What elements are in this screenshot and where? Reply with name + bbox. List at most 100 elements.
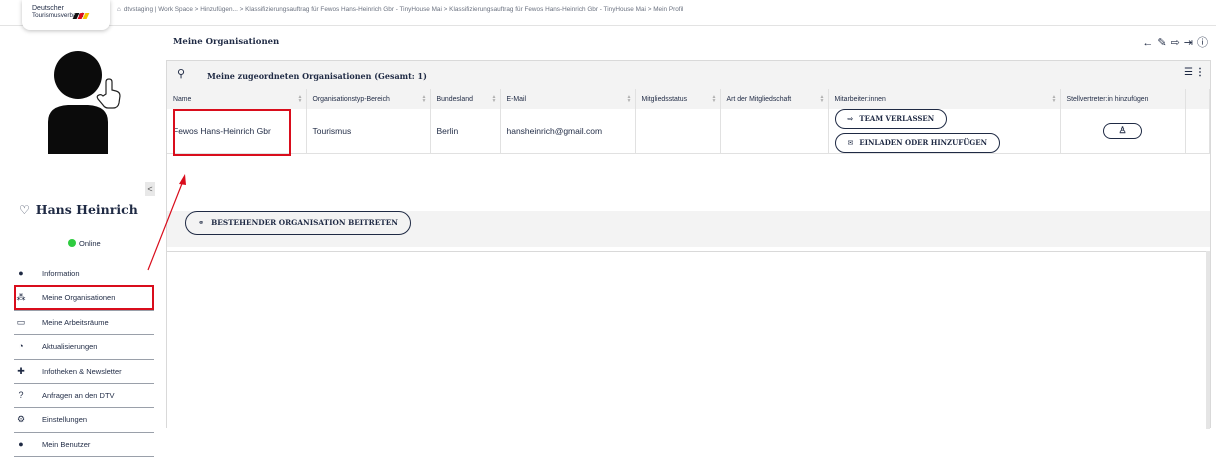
more-menu-icon[interactable]: ⋮	[1195, 67, 1205, 78]
column-header-state[interactable]: Bundesland ▲ ▼	[430, 89, 501, 109]
laptop-icon: ▭	[16, 316, 26, 327]
sort-icon[interactable]: ▲ ▼	[492, 95, 497, 104]
column-header-email[interactable]: E-Mail ▲ ▼	[500, 89, 636, 109]
link-icon: ⚭	[198, 218, 205, 227]
cell-status	[635, 109, 721, 154]
sidebar-item-infotheken[interactable]: ✚ Infotheken & Newsletter	[14, 360, 154, 384]
column-header-status[interactable]: Mitgliedsstatus ▲ ▼	[635, 89, 721, 109]
logo-line-1: Deutscher	[32, 5, 64, 12]
search-icon[interactable]: ⚲	[177, 67, 185, 80]
top-bar: Deutscher Tourismusverband ⌂ dtvstaging |…	[0, 0, 1216, 30]
cell-state: Berlin	[430, 109, 501, 154]
cell-extra	[1185, 109, 1210, 154]
breadcrumb-text[interactable]: dtvstaging | Work Space > Hinzufügen... …	[124, 6, 684, 13]
cell-deputy: ♙	[1060, 109, 1186, 154]
person-icon: ●	[18, 268, 24, 278]
card-title: Meine zugeordneten Organisationen (Gesam…	[207, 71, 427, 81]
sidebar-item-label: Infotheken & Newsletter	[42, 366, 122, 376]
user-settings-icon: ●	[18, 438, 24, 449]
heart-icon[interactable]: ♡	[19, 203, 30, 217]
sort-icon[interactable]: ▲ ▼	[712, 95, 717, 104]
column-label: Bundesland	[436, 95, 473, 103]
sort-icon[interactable]: ▲ ▼	[298, 95, 303, 104]
sort-icon[interactable]: ▲ ▼	[422, 95, 427, 104]
scrollbar[interactable]	[1206, 251, 1210, 429]
profile-name-text: Hans Heinrich	[35, 202, 138, 217]
rss-icon: ◔	[18, 341, 24, 352]
column-label: E-Mail	[506, 95, 527, 103]
question-icon: ?	[18, 389, 24, 400]
sidebar-item-meine-arbeitsraeume[interactable]: ▭ Meine Arbeitsräume	[14, 311, 154, 336]
sort-icon[interactable]: ▲ ▼	[1052, 95, 1057, 104]
sidebar-item-label: Anfragen an den DTV	[42, 390, 115, 400]
sort-icon[interactable]: ▲ ▼	[627, 95, 632, 104]
online-dot-icon	[68, 239, 76, 247]
status-text: Online	[79, 239, 101, 248]
header-actions: ←✎⇨⇥ⓘ	[1142, 34, 1212, 50]
table-row[interactable]: Fewos Hans-Heinrich Gbr Tourismus Berlin…	[167, 109, 1210, 154]
sidebar-item-label: Aktualisierungen	[42, 342, 98, 352]
gears-icon: ⚙	[16, 414, 26, 425]
staff-actions: ⇨ TEAM VERLASSEN ✉ EINLADEN ODER HINZUFÜGE…	[834, 109, 1060, 153]
sidebar-item-label: Meine Arbeitsräume	[42, 317, 109, 327]
cell-membership	[720, 109, 829, 154]
nav-highlight-box	[14, 285, 154, 310]
column-label: Name	[173, 95, 192, 103]
home-icon[interactable]: ⌂	[117, 6, 121, 13]
sidebar-item-anfragen[interactable]: ? Anfragen an den DTV	[14, 384, 154, 409]
online-status: Online	[68, 239, 101, 248]
breadcrumb[interactable]: ⌂ dtvstaging | Work Space > Hinzufügen...…	[117, 6, 683, 13]
main-header: Meine Organisationen ←✎⇨⇥ⓘ	[165, 32, 1216, 52]
empty-content-area	[167, 251, 1210, 429]
share-icon[interactable]: ⇨	[1171, 37, 1184, 49]
list-view-icon[interactable]: ☰	[1184, 67, 1193, 78]
collapse-sidebar-button[interactable]: <	[145, 182, 155, 196]
sidebar-item-aktualisierungen[interactable]: ◔ Aktualisierungen	[14, 335, 154, 360]
cell-email: hansheinrich@gmail.com	[500, 109, 636, 154]
envelope-icon: ✉	[847, 139, 854, 147]
exit-icon[interactable]: ⇥	[1184, 37, 1197, 49]
sidebar-item-label: Mein Benutzer	[42, 439, 91, 449]
join-organisation-label: BESTEHENDER ORGANISATION BEITRETEN	[211, 218, 398, 227]
card-header: ⚲ Meine zugeordneten Organisationen (Ges…	[175, 67, 1205, 83]
add-deputy-button[interactable]: ♙	[1103, 123, 1142, 139]
column-label: Mitgliedsstatus	[641, 95, 688, 103]
column-label: Mitarbeiter:innen	[834, 95, 886, 103]
column-header-staff[interactable]: Mitarbeiter:innen ▲ ▼	[828, 89, 1061, 109]
leave-team-button[interactable]: ⇨ TEAM VERLASSEN	[834, 109, 948, 129]
join-organisation-button[interactable]: ⚭ BESTEHENDER ORGANISATION BEITRETEN	[185, 211, 411, 235]
profile-name: ♡ Hans Heinrich	[19, 202, 138, 217]
invite-label: EINLADEN ODER HINZUFÜGEN	[859, 138, 988, 147]
back-arrow-icon[interactable]: ←	[1142, 37, 1157, 49]
column-label: Organisationstyp-Bereich	[312, 95, 390, 103]
help-icon[interactable]: ⓘ	[1197, 37, 1212, 49]
dtv-logo[interactable]: Deutscher Tourismusverband	[22, 0, 110, 30]
pin-icon: ✚	[17, 365, 25, 376]
organisations-card: ⚲ Meine zugeordneten Organisationen (Ges…	[166, 60, 1211, 429]
sidebar-item-mein-benutzer[interactable]: ● Mein Benutzer	[14, 433, 154, 457]
page-title: Meine Organisationen	[173, 37, 280, 47]
column-header-deputy[interactable]: Stellvertreter:in hinzufügen	[1060, 89, 1186, 109]
column-header-extra	[1185, 89, 1210, 109]
cell-type: Tourismus	[306, 109, 431, 154]
logo-flag-icon	[72, 6, 96, 19]
invite-button[interactable]: ✉ EINLADEN ODER HINZUFÜGEN	[834, 133, 1001, 153]
avatar	[48, 51, 121, 154]
column-header-type[interactable]: Organisationstyp-Bereich ▲ ▼	[306, 89, 431, 109]
column-label: Art der Mitgliedschaft	[726, 95, 792, 103]
sidebar-item-label: Information	[42, 269, 80, 278]
organisations-table: Name ▲ ▼ Organisationstyp-Bereich ▲ ▼ Bundes…	[167, 89, 1210, 154]
cell-staff-actions: ⇨ TEAM VERLASSEN ✉ EINLADEN ODER HINZUFÜGE…	[828, 109, 1061, 154]
name-highlight-box	[173, 109, 291, 156]
sidebar-item-einstellungen[interactable]: ⚙ Einstellungen	[14, 408, 154, 433]
user-icon: ♙	[1118, 126, 1127, 136]
column-header-membership[interactable]: Art der Mitgliedschaft ▲ ▼	[720, 89, 829, 109]
sidebar: < ♡ Hans Heinrich Online ● Information ⁂ Me…	[0, 26, 155, 457]
sidebar-item-information[interactable]: ● Information	[14, 262, 154, 287]
sidebar-item-label: Einstellungen	[42, 415, 88, 425]
leave-team-label: TEAM VERLASSEN	[859, 114, 935, 123]
main-panel: Meine Organisationen ←✎⇨⇥ⓘ ⚲ Meine zugeo…	[165, 32, 1216, 429]
column-header-name[interactable]: Name ▲ ▼	[167, 89, 307, 109]
edit-pencil-icon[interactable]: ✎	[1157, 37, 1170, 49]
sort-icon[interactable]: ▲ ▼	[820, 95, 825, 104]
